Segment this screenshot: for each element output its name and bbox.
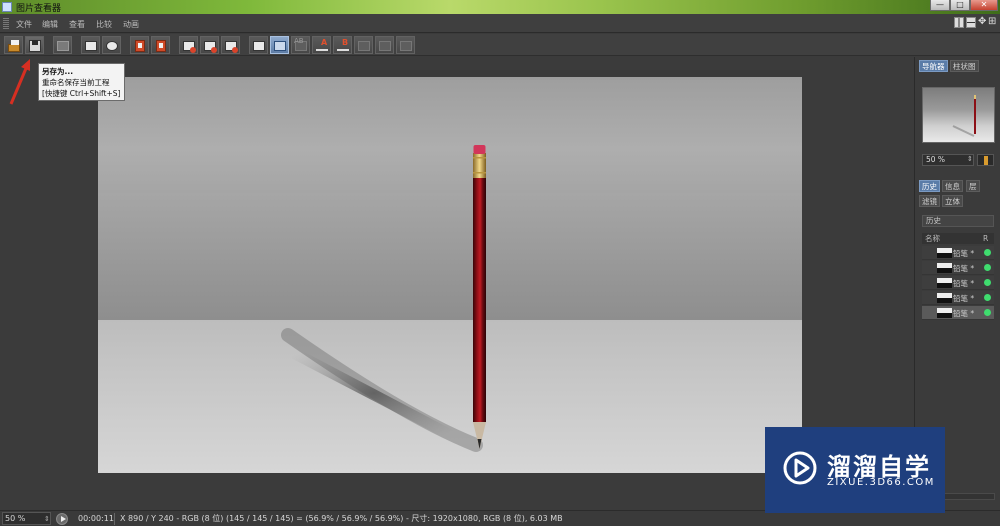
tab-navigator[interactable]: 导航器: [919, 60, 948, 72]
history-status-dot: [984, 279, 991, 286]
status-separator: [114, 513, 115, 525]
app-icon: [2, 2, 12, 12]
tab-layers[interactable]: 层: [966, 180, 980, 192]
title-bar: 图片查看器 — □ ✕: [0, 0, 1000, 14]
tooltip-title: 另存为...: [42, 67, 74, 76]
watermark-url: ZIXUE.3D66.COM: [827, 477, 935, 488]
image3-button[interactable]: [221, 36, 240, 54]
image-viewer-window: 图片查看器 — □ ✕ 文件 编辑 查看 比较 动画 ✥ ⊞ AB A B 另存…: [0, 0, 1000, 526]
history-title: 历史: [922, 215, 994, 227]
image-button[interactable]: [179, 36, 198, 54]
letter-a-label: A: [321, 38, 328, 47]
status-zoom-spinner-icon[interactable]: ⇕: [44, 512, 50, 526]
history-item[interactable]: 铅笔 *: [922, 246, 994, 260]
toolbar: AB A B: [0, 34, 1000, 56]
ab-label: AB: [294, 37, 304, 45]
history-thumbnail: [937, 248, 952, 258]
history-status-dot: [984, 294, 991, 301]
pencil-render: [98, 77, 802, 473]
history-item[interactable]: 铅笔 *: [922, 276, 994, 290]
tab-histogram[interactable]: 柱状图: [950, 60, 979, 72]
save-as-button[interactable]: [25, 36, 44, 54]
menu-file[interactable]: 文件: [16, 19, 32, 30]
menu-compare[interactable]: 比较: [96, 19, 112, 30]
close-button[interactable]: ✕: [970, 0, 998, 11]
save-as-tooltip: 另存为... 重命名保存当前工程 [快捷键 Ctrl+Shift+S]: [38, 63, 125, 101]
tab-filters[interactable]: 滤镜: [919, 195, 940, 207]
tab-stereo[interactable]: 立体: [942, 195, 963, 207]
open-button[interactable]: [4, 36, 23, 54]
history-header: 名称 R: [922, 233, 994, 244]
watermark-badge: 溜溜自学 ZIXUE.3D66.COM: [765, 427, 945, 513]
dim2-button[interactable]: [375, 36, 394, 54]
tooltip-shortcut: [快捷键 Ctrl+Shift+S]: [42, 89, 121, 98]
status-pixel-info: X 890 / Y 240 - RGB (8 位) (145 / 145 / 1…: [120, 514, 563, 523]
compare-a-button[interactable]: [249, 36, 268, 54]
menu-grip: [3, 18, 9, 29]
menu-bar: 文件 编辑 查看 比较 动画 ✥ ⊞: [0, 14, 1000, 33]
history-status-dot: [984, 249, 991, 256]
fullscreen-icon[interactable]: ⊞: [988, 17, 998, 28]
play-icon[interactable]: [56, 513, 68, 525]
history-item-label: 铅笔 *: [953, 279, 975, 288]
history-status-dot: [984, 309, 991, 316]
move-icon[interactable]: ✥: [978, 17, 988, 28]
tab-history[interactable]: 历史: [919, 180, 940, 192]
person-button[interactable]: [102, 36, 121, 54]
status-time: 00:00:11: [78, 514, 114, 523]
compare-ab-button[interactable]: AB: [291, 36, 310, 54]
history-col-name: 名称: [925, 234, 940, 243]
thumbnail-pencil: [952, 95, 976, 137]
history-item-label: 铅笔 *: [953, 309, 975, 318]
window-title: 图片查看器: [16, 4, 62, 14]
history-thumbnail: [937, 308, 952, 318]
maximize-button[interactable]: □: [950, 0, 970, 11]
history-item-label: 铅笔 *: [953, 294, 975, 303]
doc-export2-button[interactable]: [151, 36, 170, 54]
split-vertical-icon[interactable]: [954, 17, 964, 28]
history-col-r: R: [983, 234, 989, 243]
history-thumbnail: [937, 263, 952, 273]
menu-edit[interactable]: 编辑: [42, 19, 58, 30]
history-item[interactable]: 铅笔 *: [922, 291, 994, 305]
letter-b-label: B: [342, 38, 349, 47]
filter-button[interactable]: [53, 36, 72, 54]
letter-a-button[interactable]: A: [312, 36, 331, 54]
tooltip-description: 重命名保存当前工程: [42, 78, 110, 87]
minimize-button[interactable]: —: [930, 0, 950, 11]
letter-b-button[interactable]: B: [333, 36, 352, 54]
navigator-thumbnail[interactable]: [922, 87, 995, 143]
dim1-button[interactable]: [354, 36, 373, 54]
history-item-label: 铅笔 *: [953, 264, 975, 273]
tab-info[interactable]: 信息: [942, 180, 963, 192]
watermark-play-logo-icon: [783, 451, 817, 485]
history-status-dot: [984, 264, 991, 271]
annotation-arrow: [9, 59, 30, 105]
history-thumbnail: [937, 293, 952, 303]
history-item-label: 铅笔 *: [953, 249, 975, 258]
history-item[interactable]: 铅笔 *: [922, 261, 994, 275]
history-item-selected[interactable]: 铅笔 *: [922, 306, 994, 320]
navigator-zoom-slider[interactable]: [977, 154, 994, 166]
image2-button[interactable]: [200, 36, 219, 54]
compare-b-button[interactable]: [270, 36, 289, 54]
doc-export-button[interactable]: [130, 36, 149, 54]
rendered-image[interactable]: [98, 77, 802, 473]
crop-button[interactable]: [81, 36, 100, 54]
zoom-spinner-icon[interactable]: ⇕: [967, 155, 973, 163]
menu-view[interactable]: 查看: [69, 19, 85, 30]
menu-animation[interactable]: 动画: [123, 19, 139, 30]
dim3-button[interactable]: [396, 36, 415, 54]
split-horizontal-icon[interactable]: [966, 17, 976, 28]
history-thumbnail: [937, 278, 952, 288]
